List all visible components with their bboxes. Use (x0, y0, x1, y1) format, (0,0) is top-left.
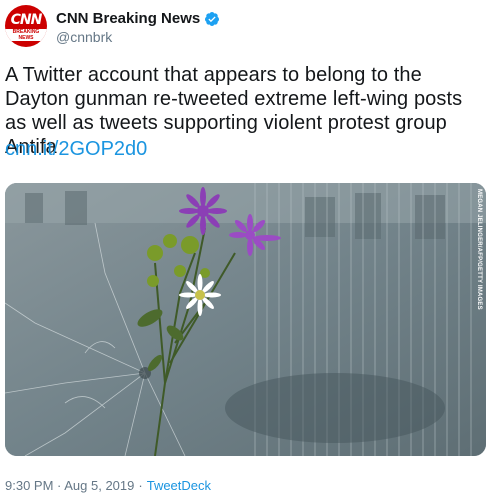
source-app-link[interactable]: TweetDeck (147, 478, 211, 493)
verified-badge-icon (205, 11, 220, 26)
meta-separator: · (138, 478, 143, 493)
flowers-photo-image (5, 183, 486, 456)
tweet-link[interactable]: cnn.it/2GOP2d0 (5, 137, 147, 161)
tweet-photo[interactable]: MEGAN JELINGER/AFP/GETTY IMAGES (5, 183, 486, 456)
avatar-logo-text: CNN (10, 12, 43, 28)
tweet-meta: 9:30 PM · Aug 5, 2019 · TweetDeck (5, 478, 211, 493)
display-name[interactable]: CNN Breaking News (56, 10, 200, 27)
avatar-sub-text: BREAKING NEWS (5, 29, 47, 41)
avatar[interactable]: CNN BREAKING NEWS (5, 5, 47, 47)
photo-credit: MEGAN JELINGER/AFP/GETTY IMAGES (476, 189, 482, 310)
tweet-card: CNN BREAKING NEWS CNN Breaking News @cnn… (0, 0, 491, 500)
timestamp[interactable]: 9:30 PM · Aug 5, 2019 (5, 478, 134, 493)
handle[interactable]: @cnnbrk (56, 29, 112, 45)
author-row: CNN Breaking News (56, 10, 220, 27)
